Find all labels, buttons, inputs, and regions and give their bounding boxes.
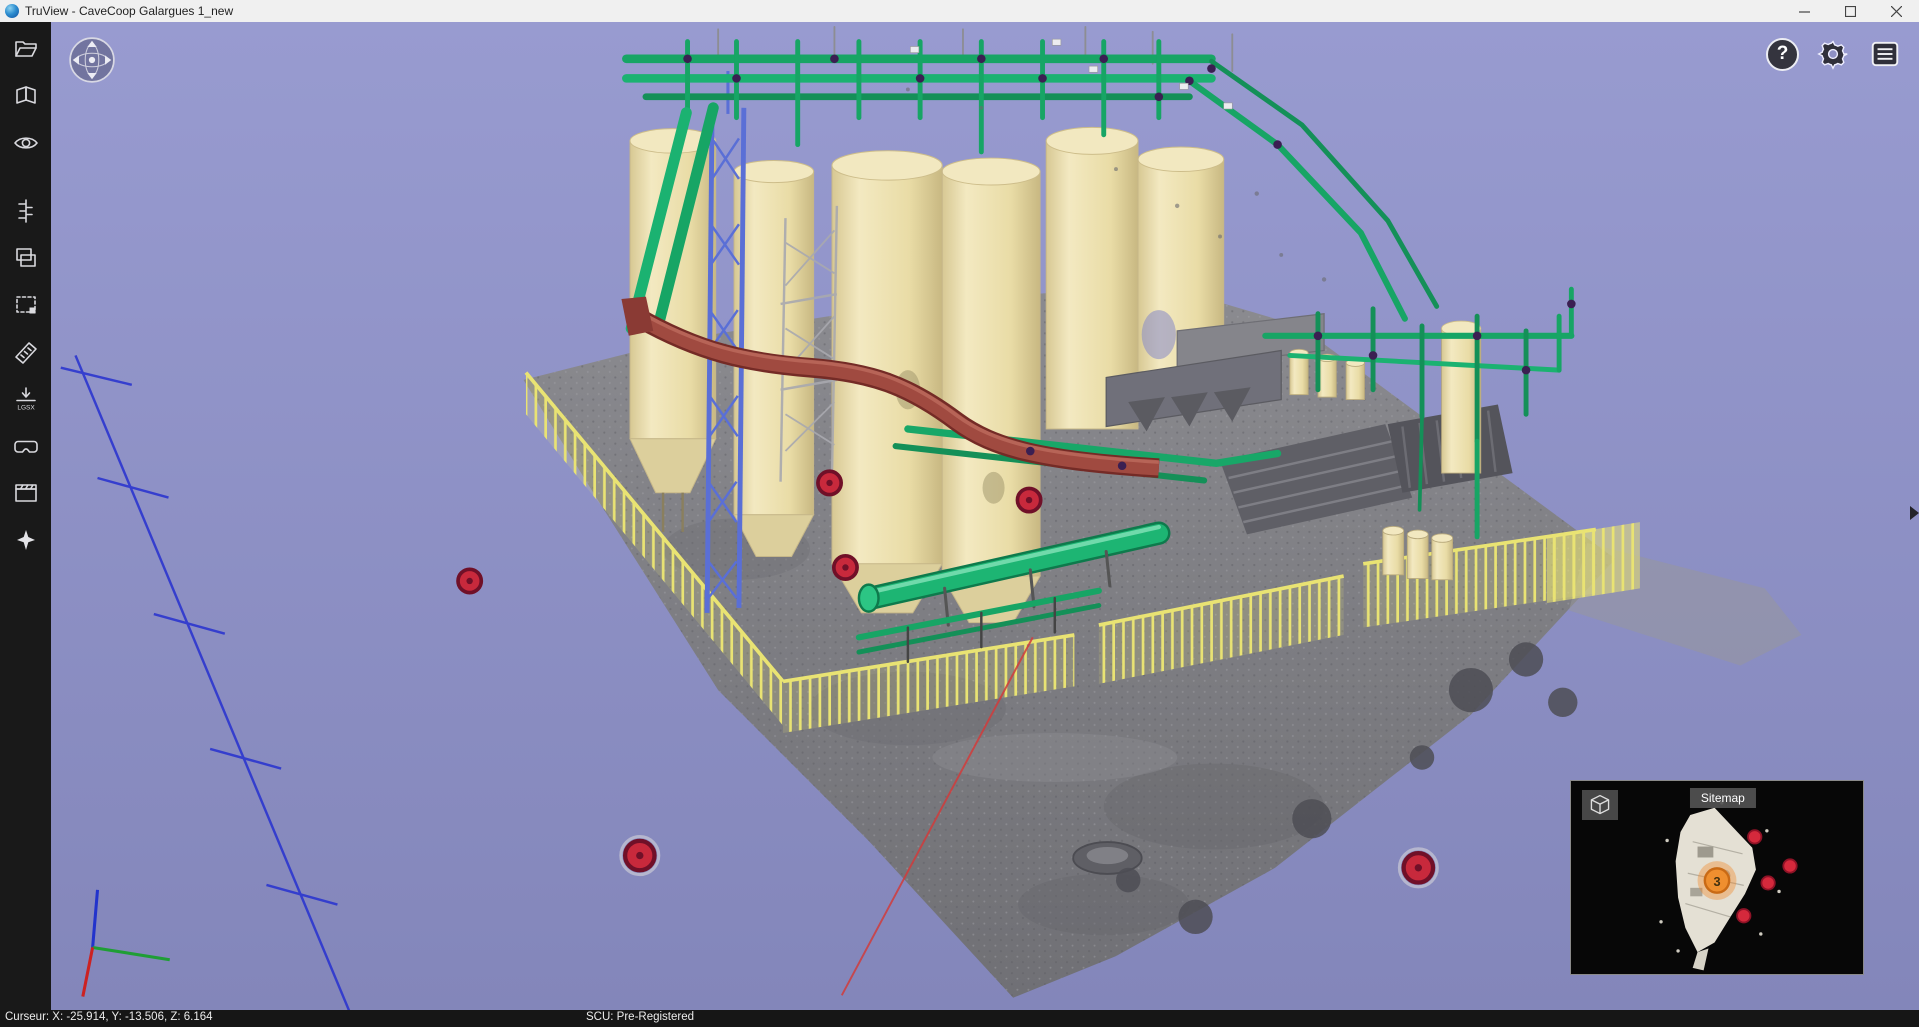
lgsx-export-button[interactable]: LGSX xyxy=(8,382,44,416)
scan-marker[interactable] xyxy=(834,556,857,579)
statusbar: Curseur: X: -25.914, Y: -13.506, Z: 6.16… xyxy=(0,1010,1919,1027)
orbit-ball-icon xyxy=(67,35,117,85)
stacked-plans-icon xyxy=(13,245,39,271)
maximize-button[interactable] xyxy=(1827,0,1873,22)
viewpoints-button[interactable] xyxy=(1867,36,1903,72)
floor-plans-button[interactable] xyxy=(8,241,44,275)
left-toolbar: LGSX xyxy=(0,22,51,1010)
active-scan-number: 3 xyxy=(1713,874,1720,889)
snapshot-button[interactable] xyxy=(8,523,44,557)
selection-button[interactable] xyxy=(8,288,44,322)
sparkle-icon xyxy=(13,527,39,553)
lgsx-label: LGSX xyxy=(17,405,35,412)
gear-icon xyxy=(1816,37,1850,71)
vr-mode-button[interactable] xyxy=(8,429,44,463)
settings-button[interactable] xyxy=(1815,36,1851,72)
clapperboard-icon xyxy=(13,480,39,506)
scan-marker[interactable] xyxy=(458,569,481,592)
orbit-nav-control[interactable] xyxy=(67,35,117,85)
open-project-button[interactable] xyxy=(8,32,44,66)
viewpoint-list-icon xyxy=(1869,38,1901,70)
window-title: TruView - CaveCoop Galargues 1_new xyxy=(25,4,233,18)
close-button[interactable] xyxy=(1873,0,1919,22)
selection-box-icon xyxy=(13,292,39,318)
viewport-toolbar: ? xyxy=(1766,36,1903,72)
alignment-button[interactable] xyxy=(8,194,44,228)
eye-icon xyxy=(13,130,39,156)
scan-marker[interactable] xyxy=(1399,849,1437,887)
scan-marker[interactable] xyxy=(818,471,841,494)
lgsx-download-icon: LGSX xyxy=(13,386,39,412)
app-window: TruView - CaveCoop Galargues 1_new xyxy=(0,0,1919,1027)
cube-icon xyxy=(1587,793,1613,817)
scan-marker[interactable] xyxy=(1017,488,1040,511)
right-panel-toggle[interactable] xyxy=(1910,506,1919,520)
minimize-icon xyxy=(1799,6,1810,17)
window-controls xyxy=(1781,0,1919,22)
open-folder-icon xyxy=(13,36,39,62)
close-icon xyxy=(1891,6,1902,17)
sitemap-active-scan[interactable]: 3 xyxy=(1698,861,1737,900)
maximize-icon xyxy=(1845,6,1856,17)
app-logo-icon xyxy=(5,4,19,18)
ruler-icon xyxy=(13,339,39,365)
vr-headset-icon xyxy=(13,433,39,459)
3d-viewport[interactable]: ? xyxy=(51,22,1919,1010)
level-staff-icon xyxy=(13,198,39,224)
titlebar: TruView - CaveCoop Galargues 1_new xyxy=(0,0,1919,22)
view-modes-button[interactable] xyxy=(8,79,44,113)
scan-marker[interactable] xyxy=(621,837,659,875)
perspective-views-icon xyxy=(13,83,39,109)
measure-button[interactable] xyxy=(8,335,44,369)
help-button[interactable]: ? xyxy=(1766,38,1799,71)
clipping-button[interactable] xyxy=(8,476,44,510)
scu-status: SCU: Pre-Registered xyxy=(586,1011,694,1023)
cursor-coordinates: Curseur: X: -25.914, Y: -13.506, Z: 6.16… xyxy=(5,1011,213,1023)
sitemap-mode-button[interactable] xyxy=(1582,790,1618,820)
minimize-button[interactable] xyxy=(1781,0,1827,22)
main-area: LGSX xyxy=(0,22,1919,1010)
help-label: ? xyxy=(1777,43,1789,65)
visibility-button[interactable] xyxy=(8,126,44,160)
sitemap-title: Sitemap xyxy=(1690,788,1756,808)
sitemap-panel: 3 Sitemap xyxy=(1570,780,1864,975)
